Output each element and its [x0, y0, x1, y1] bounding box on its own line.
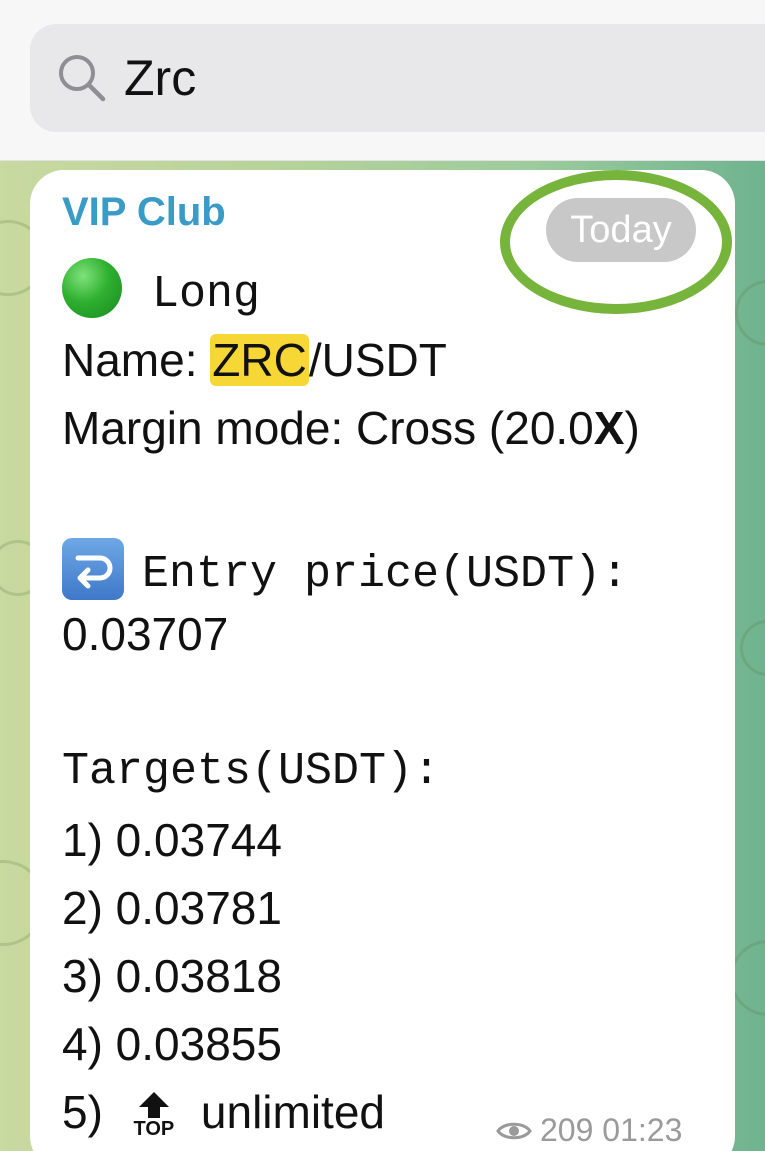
message-meta: 209 01:23	[496, 1110, 682, 1150]
search-icon	[59, 55, 106, 102]
margin-line: Margin mode: Cross (20.0X)	[62, 400, 640, 456]
right-arrow-curving-left-icon	[62, 538, 124, 600]
top-arrow-icon: TOP	[129, 1090, 179, 1142]
direction-text: Long	[152, 269, 261, 320]
channel-name[interactable]: VIP Club	[62, 188, 226, 236]
name-label: Name:	[62, 334, 211, 386]
message-time: 01:23	[602, 1112, 683, 1148]
target-4: 4) 0.03855	[62, 1018, 282, 1070]
target-2: 2) 0.03781	[62, 882, 282, 934]
direction-line: Long	[62, 258, 260, 323]
name-line: Name: ZRC/USDT	[62, 332, 447, 388]
green-circle-icon	[62, 258, 122, 318]
margin-text: Margin mode: Cross (20.0	[62, 402, 594, 454]
search-query[interactable]: Zrc	[124, 48, 196, 108]
view-count: 209	[540, 1112, 594, 1148]
target-5: 5) TOP unlimited	[62, 1084, 385, 1142]
eye-icon	[496, 1122, 532, 1140]
targets-label: Targets(USDT):	[62, 746, 441, 797]
entry-value: 0.03707	[62, 608, 229, 660]
search-header: Zrc	[0, 0, 765, 161]
search-match-highlight: ZRC	[210, 334, 309, 386]
name-pair: /USDT	[308, 334, 447, 386]
top-label: TOP	[133, 1118, 175, 1140]
target-3: 3) 0.03818	[62, 950, 282, 1002]
entry-label: Entry price(USDT):	[142, 549, 629, 600]
entry-line: Entry price(USDT):	[62, 538, 628, 603]
highlight-ring	[500, 170, 732, 314]
margin-close: )	[624, 402, 640, 454]
message-bubble[interactable]: VIP Club Today Long Name: ZRC/USDT Margi…	[30, 170, 735, 1151]
margin-multiplier: X	[593, 402, 625, 454]
target-1: 1) 0.03744	[62, 814, 282, 866]
target-5-prefix: 5)	[62, 1086, 103, 1138]
target-5-value: unlimited	[200, 1086, 385, 1138]
search-input[interactable]: Zrc	[30, 24, 765, 132]
